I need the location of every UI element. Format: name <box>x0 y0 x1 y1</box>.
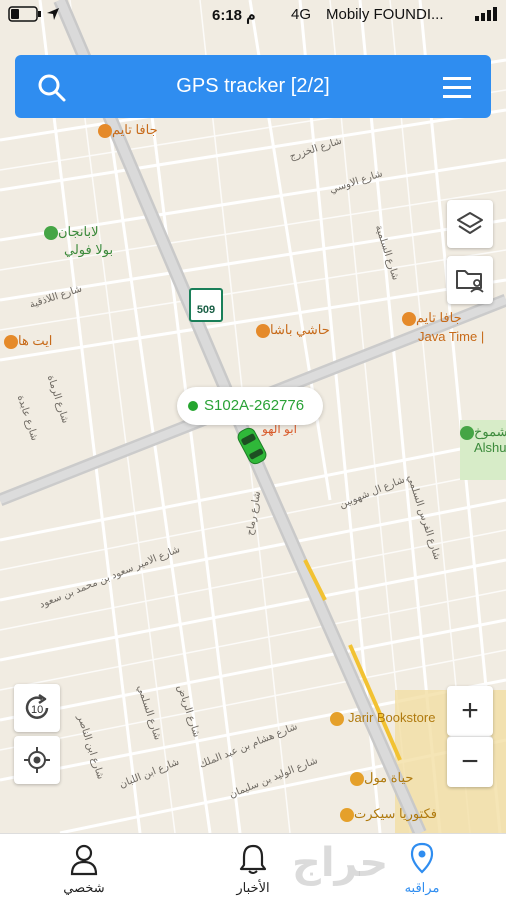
shop-icon <box>350 771 364 786</box>
shop-icon <box>340 807 354 822</box>
my-location-button[interactable] <box>14 736 60 784</box>
poi-alshu[interactable]: Alshu <box>474 440 506 455</box>
battery-icon <box>8 6 41 22</box>
map-view[interactable]: 509 جافا تايم لابانجان بولا فولي ايت ها … <box>0 0 506 833</box>
shop-icon <box>330 711 344 726</box>
tab-label: شخصي <box>63 880 105 895</box>
refresh-interval: 10 <box>31 704 43 716</box>
bottom-tab-bar: شخصي الأخبار مراقبه حراج <box>0 833 506 901</box>
poi-eat-ha[interactable]: ايت ها <box>0 333 52 349</box>
header-bar: GPS tracker [2/2] <box>15 55 491 118</box>
location-pin-icon <box>410 842 434 874</box>
zoom-in-button[interactable]: + <box>447 686 493 736</box>
online-status-dot <box>188 401 198 411</box>
poi-labanjan[interactable]: لابانجان <box>40 224 99 240</box>
layers-button[interactable] <box>447 200 493 248</box>
tab-personal[interactable]: شخصي <box>24 834 144 901</box>
refresh-timer-icon: 10 <box>25 693 49 719</box>
bell-icon <box>239 844 267 874</box>
geofence-button[interactable] <box>447 256 493 304</box>
zoom-out-button[interactable]: − <box>447 736 493 787</box>
shop-icon <box>44 225 58 240</box>
food-icon <box>4 334 18 349</box>
food-icon <box>256 323 270 338</box>
route-shield: 509 <box>189 288 223 322</box>
crosshair-icon <box>24 747 50 773</box>
person-icon <box>70 844 98 876</box>
network-type: 4G <box>291 6 312 23</box>
cafe-icon <box>98 123 112 138</box>
car-marker-icon[interactable] <box>234 424 270 468</box>
location-arrow-icon <box>47 8 59 20</box>
poi-victoria-secret[interactable]: فكتوريا سيكرت <box>336 806 437 822</box>
status-bar: 6:18 م 4G Mobily FOUNDI... <box>0 0 506 30</box>
menu-icon[interactable] <box>443 75 471 99</box>
poi-java-time-2[interactable]: جافا تايم <box>398 310 462 326</box>
folder-user-icon <box>456 270 484 293</box>
vehicle-label[interactable]: S102A-262776 <box>177 387 323 425</box>
poi-hayat-mall[interactable]: حياة مول <box>346 770 413 786</box>
poi-bola-foli[interactable]: بولا فولي <box>64 242 113 258</box>
shop-icon <box>460 425 474 440</box>
poi-java-time-en[interactable]: Java Time | <box>418 329 484 344</box>
poi-jarir[interactable]: Jarir Bookstore <box>326 710 435 726</box>
page-title: GPS tracker [2/2] <box>176 75 330 97</box>
refresh-button[interactable]: 10 <box>14 684 60 732</box>
layers-icon <box>457 212 483 234</box>
poi-java-time-1[interactable]: جافا تايم <box>94 122 158 138</box>
cafe-icon <box>402 311 416 326</box>
poi-shumukh[interactable]: شموخ <box>456 424 506 440</box>
poi-hashi-basha[interactable]: حاشي باشا <box>252 322 330 338</box>
signal-icon <box>475 7 497 21</box>
watermark: حراج <box>292 840 389 886</box>
clock: 6:18 م <box>212 7 256 24</box>
carrier-name: Mobily FOUNDI... <box>326 6 444 23</box>
